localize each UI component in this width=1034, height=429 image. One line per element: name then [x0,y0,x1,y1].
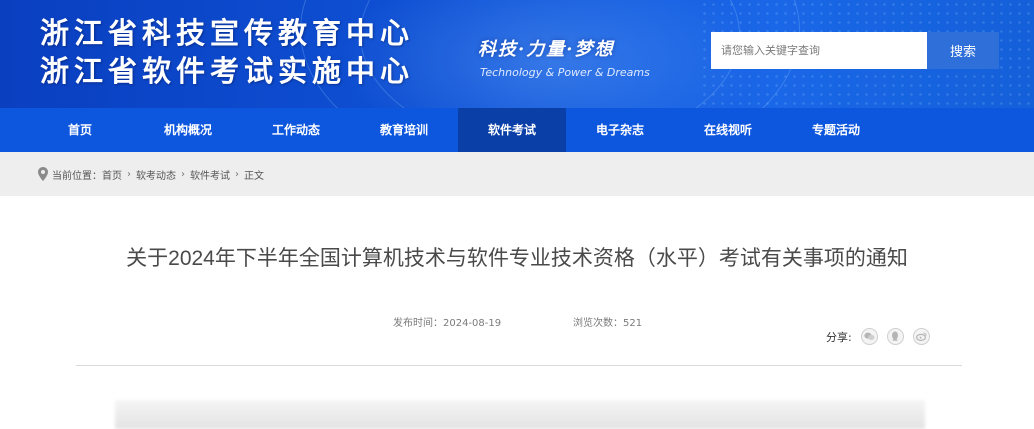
nav-item-about[interactable]: 机构概况 [134,108,242,152]
wechat-share-icon[interactable] [860,328,878,345]
main-nav: 首页 机构概况 工作动态 教育培训 软件考试 电子杂志 在线视听 专题活动 [0,108,1034,152]
content-divider [76,365,962,366]
share-bar: 分享: [826,328,930,345]
breadcrumb-exam-news[interactable]: 软考动态 [136,167,176,182]
search-input[interactable] [711,32,927,69]
site-title-line2: 浙江省软件考试实施中心 [40,54,415,88]
site-header: 浙江省科技宣传教育中心 浙江省软件考试实施中心 科技·力量·梦想 Technol… [0,0,1034,108]
slogan-english: Technology & Power & Dreams [480,66,650,79]
breadcrumb-separator: › [235,168,239,180]
share-label: 分享: [826,330,852,344]
publish-label: 发布时间： [393,318,443,329]
article-title: 关于2024年下半年全国计算机技术与软件专业技术资格（水平）考试有关事项的通知 [126,247,908,270]
publish-info: 发布时间：2024-08-19 [393,314,501,329]
breadcrumb-home[interactable]: 首页 [102,167,122,182]
breadcrumb-software-exam[interactable]: 软件考试 [190,167,230,182]
nav-item-topics[interactable]: 专题活动 [782,108,890,152]
site-title-line1: 浙江省科技宣传教育中心 [40,16,415,50]
search-button[interactable]: 搜索 [927,32,999,69]
breadcrumb-current: 正文 [244,170,264,182]
views-label: 浏览次数： [573,318,623,329]
nav-item-news[interactable]: 工作动态 [242,108,350,152]
nav-item-training[interactable]: 教育培训 [350,108,458,152]
nav-item-magazine[interactable]: 电子杂志 [566,108,674,152]
nav-item-online-video[interactable]: 在线视听 [674,108,782,152]
breadcrumb-separator: › [181,168,185,180]
publish-date: 2024-08-19 [443,318,502,329]
breadcrumb: 当前位置： 首页 › 软考动态 › 软件考试 › 正文 [0,152,1034,196]
location-pin-icon [38,167,48,181]
article-body-preview [115,400,925,429]
breadcrumb-separator: › [127,168,131,180]
views-value: 521 [623,318,643,329]
slogan: 科技·力量·梦想 [478,39,615,60]
nav-item-software-exam[interactable]: 软件考试 [458,108,566,152]
qq-share-icon[interactable] [886,328,904,345]
breadcrumb-label: 当前位置： [52,170,102,182]
view-count: 浏览次数：521 [573,314,642,329]
weibo-share-icon[interactable] [912,328,930,345]
nav-item-home[interactable]: 首页 [26,108,134,152]
